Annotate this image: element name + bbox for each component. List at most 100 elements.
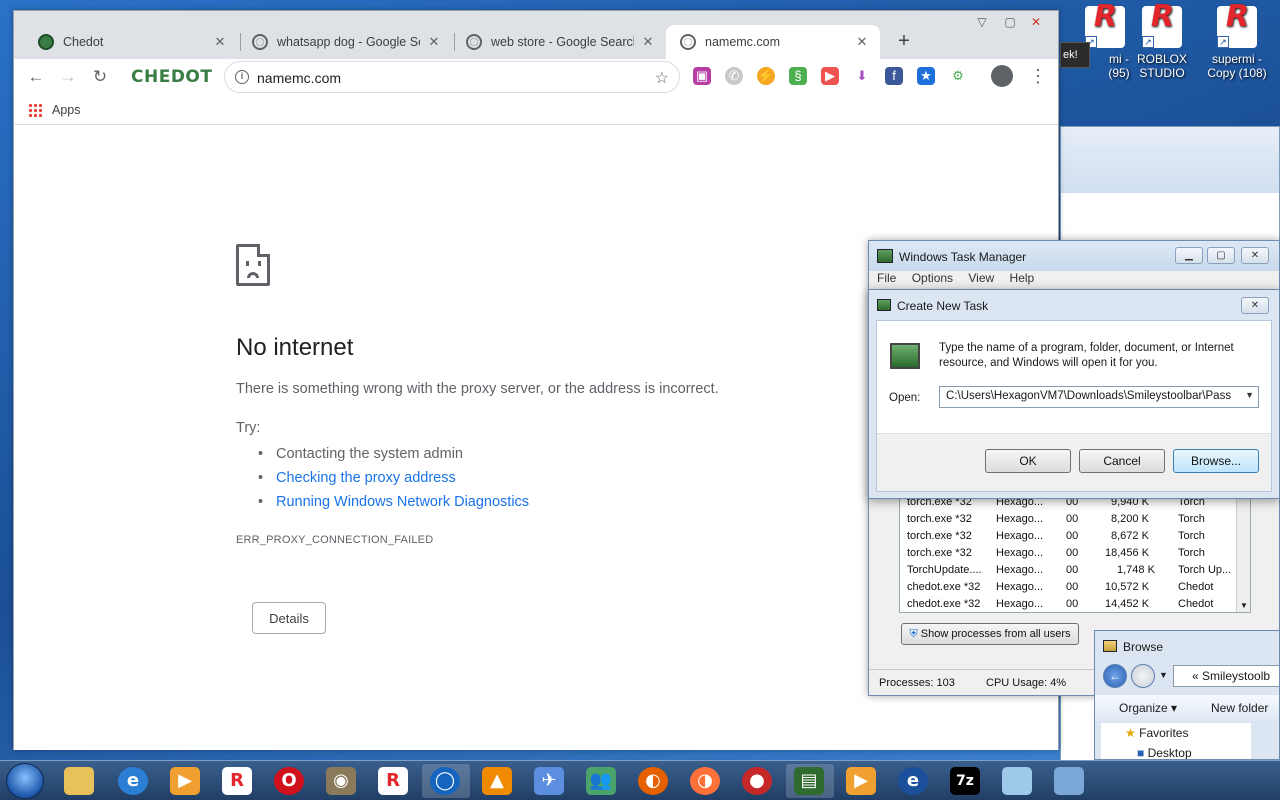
- taskbar-7zip[interactable]: 7z: [942, 764, 990, 798]
- process-description: Chedot: [1178, 598, 1214, 610]
- close-icon[interactable]: ✕: [1241, 247, 1269, 264]
- forward-icon[interactable]: →: [54, 63, 82, 91]
- taskbar-firefox-dev[interactable]: ◑: [682, 764, 730, 798]
- process-list[interactable]: torch.exe *32 Hexago... 00 9,940 K Torch…: [899, 493, 1251, 613]
- menu-file[interactable]: File: [877, 271, 896, 285]
- taskbar-roblox[interactable]: R: [214, 764, 262, 798]
- tab-chedot[interactable]: Chedot ✕: [24, 25, 238, 59]
- maximize-icon[interactable]: ▢: [1207, 247, 1235, 264]
- taskbar-firefox[interactable]: ◐: [630, 764, 678, 798]
- start-button[interactable]: [6, 763, 44, 799]
- taskbar-opera[interactable]: O: [266, 764, 314, 798]
- folder-icon: [64, 767, 94, 795]
- minimize-window-icon[interactable]: ▽: [972, 15, 992, 31]
- new-tab-button[interactable]: +: [892, 29, 916, 53]
- new-folder-button[interactable]: New folder: [1211, 701, 1268, 715]
- process-user: Hexago...: [996, 530, 1044, 542]
- bookmark-star-icon[interactable]: ☆: [655, 68, 669, 88]
- address-bar[interactable]: i ☆: [224, 61, 680, 93]
- process-user: Hexago...: [996, 581, 1044, 593]
- show-all-processes-button[interactable]: ⛨ Show processes from all users: [901, 623, 1079, 645]
- taskbar-media[interactable]: ▶: [162, 764, 210, 798]
- suggestion-check-proxy-link[interactable]: Checking the proxy address: [256, 466, 529, 490]
- puzzle-icon[interactable]: ⚙: [949, 67, 967, 85]
- apps-grid-icon[interactable]: [28, 103, 42, 117]
- close-tab-icon[interactable]: ✕: [212, 34, 228, 50]
- notepad-icon: [1002, 767, 1032, 795]
- download-icon[interactable]: ⬇: [853, 67, 871, 85]
- apps-bookmark[interactable]: Apps: [52, 103, 81, 117]
- close-tab-icon[interactable]: ✕: [640, 34, 656, 50]
- taskbar-explorer2[interactable]: [1046, 764, 1094, 798]
- firefox-dev-icon: ◑: [690, 767, 720, 795]
- window-title: Windows Task Manager: [899, 250, 1027, 264]
- taskbar-explorer[interactable]: [56, 764, 104, 798]
- menu-options[interactable]: Options: [912, 271, 953, 285]
- menu-view[interactable]: View: [968, 271, 994, 285]
- profile-avatar-icon[interactable]: [991, 65, 1013, 87]
- details-button[interactable]: Details: [252, 602, 326, 634]
- taskbar-gimp[interactable]: ◉: [318, 764, 366, 798]
- close-tab-icon[interactable]: ✕: [426, 34, 442, 50]
- facebook-icon[interactable]: f: [885, 67, 903, 85]
- open-combobox[interactable]: C:\Users\HexagonVM7\Downloads\Smileystoo…: [939, 386, 1259, 408]
- screen-recorder-icon[interactable]: ▣: [693, 67, 711, 85]
- ok-button[interactable]: OK: [985, 449, 1071, 473]
- reload-icon[interactable]: ↻: [86, 63, 114, 91]
- back-icon[interactable]: ←: [1103, 664, 1127, 688]
- address-path[interactable]: « Smileystoolb: [1173, 665, 1279, 687]
- tab-whatsapp-dog[interactable]: whatsapp dog - Google Search ✕: [238, 25, 452, 59]
- process-user: Hexago...: [996, 513, 1044, 525]
- tab-namemc[interactable]: namemc.com ✕: [666, 25, 880, 59]
- bookmarks-bar: Apps: [14, 95, 1058, 125]
- process-list-scrollbar[interactable]: ▼: [1236, 494, 1250, 612]
- whatsapp-icon[interactable]: ✆: [725, 67, 743, 85]
- taskbar-roblox-studio[interactable]: R: [370, 764, 418, 798]
- taskbar-task-manager[interactable]: ▤: [786, 764, 834, 798]
- messenger-icon[interactable]: ⚡: [757, 67, 775, 85]
- browse-button[interactable]: Browse...: [1173, 449, 1259, 473]
- minimize-icon[interactable]: ▁: [1175, 247, 1203, 264]
- script-icon[interactable]: §: [789, 67, 807, 85]
- maximize-window-icon[interactable]: ▢: [1000, 15, 1020, 31]
- organize-menu[interactable]: Organize ▾: [1119, 701, 1177, 715]
- taskbar-vlc[interactable]: ▲: [474, 764, 522, 798]
- close-tab-icon[interactable]: ✕: [854, 34, 870, 50]
- chevron-down-icon[interactable]: ▼: [1159, 670, 1168, 680]
- address-input[interactable]: [257, 68, 637, 88]
- taskbar-angry-bird[interactable]: ●: [734, 764, 782, 798]
- video-icon[interactable]: ▶: [821, 67, 839, 85]
- background-window-fragment: ek!: [1060, 42, 1090, 68]
- cancel-button[interactable]: Cancel: [1079, 449, 1165, 473]
- forward-icon[interactable]: [1131, 664, 1155, 688]
- tree-item-desktop[interactable]: ■ Desktop: [1137, 743, 1192, 759]
- task-manager-titlebar[interactable]: Windows Task Manager ▁ ▢ ✕: [869, 241, 1279, 271]
- taskbar-chedot[interactable]: ◯: [422, 764, 470, 798]
- close-window-icon[interactable]: ✕: [1026, 15, 1046, 31]
- task-manager-icon: ▤: [794, 767, 824, 795]
- chevron-down-icon[interactable]: ▼: [1245, 390, 1254, 400]
- desktop-icon-roblox-studio[interactable]: ↗ ROBLOX STUDIO: [1127, 6, 1197, 80]
- scroll-down-icon[interactable]: ▼: [1240, 601, 1248, 610]
- tab-web-store[interactable]: web store - Google Search ✕: [452, 25, 666, 59]
- star-badge-icon[interactable]: ★: [917, 67, 935, 85]
- back-icon[interactable]: ←: [22, 63, 50, 91]
- taskbar-users[interactable]: 👥: [578, 764, 626, 798]
- run-dialog-icon: [877, 299, 891, 311]
- taskbar-ie[interactable]: e: [110, 764, 158, 798]
- tree-item-favorites[interactable]: ★ Favorites: [1125, 723, 1188, 743]
- create-new-task-dialog: Create New Task ✕ Type the name of a pro…: [868, 289, 1280, 499]
- suggestion-network-diagnostics-link[interactable]: Running Windows Network Diagnostics: [256, 490, 529, 514]
- close-icon[interactable]: ✕: [1241, 297, 1269, 314]
- site-info-icon[interactable]: i: [235, 70, 249, 84]
- taskbar-bird[interactable]: ✈: [526, 764, 574, 798]
- taskbar-ie2[interactable]: e: [890, 764, 938, 798]
- roblox-icon: R: [222, 767, 252, 795]
- menu-help[interactable]: Help: [1010, 271, 1035, 285]
- process-user: Hexago...: [996, 564, 1044, 576]
- taskbar-media2[interactable]: ▶: [838, 764, 886, 798]
- vlc-icon: ▲: [482, 767, 512, 795]
- browser-menu-icon[interactable]: ⋮: [1029, 65, 1047, 87]
- desktop-icon-supermi-copy[interactable]: ↗ supermi - Copy (108): [1202, 6, 1272, 80]
- taskbar-notepad[interactable]: [994, 764, 1042, 798]
